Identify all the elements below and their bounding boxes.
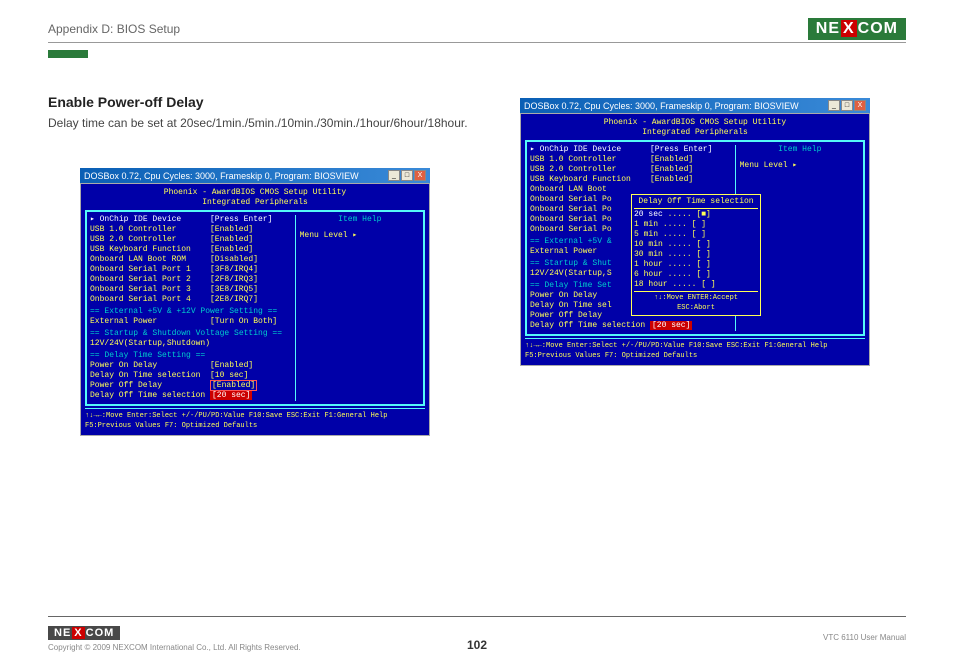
- bios-item[interactable]: External Power[Turn On Both]: [90, 317, 295, 327]
- bios-item[interactable]: ▸ OnChip IDE Device[Press Enter]: [530, 145, 735, 155]
- bios-item[interactable]: USB Keyboard Function[Enabled]: [90, 245, 295, 255]
- brand-logo-bottom: NEXCOM: [48, 626, 120, 640]
- page-number: 102: [467, 638, 487, 652]
- section-title: Enable Power-off Delay: [48, 94, 468, 110]
- bios-title-1: Phoenix - AwardBIOS CMOS Setup Utility: [525, 118, 865, 128]
- minimize-icon[interactable]: _: [388, 170, 400, 181]
- minimize-icon[interactable]: _: [828, 100, 840, 111]
- maximize-icon[interactable]: □: [841, 100, 853, 111]
- bios-item[interactable]: USB 2.0 Controller[Enabled]: [90, 235, 295, 245]
- bios-item[interactable]: Power Off Delay[Enabled]: [90, 381, 295, 391]
- section-body: Delay time can be set at 20sec/1min./5mi…: [48, 114, 468, 132]
- popup-option[interactable]: 1 min ..... [ ]: [634, 220, 758, 230]
- bios-title-2: Integrated Peripherals: [85, 198, 425, 208]
- bios-help-bar: ↑↓→←:Move Enter:Select +/-/PU/PD:Value F…: [85, 408, 425, 431]
- bios-item[interactable]: USB 2.0 Controller[Enabled]: [530, 165, 735, 175]
- bios-help-bar: ↑↓→←:Move Enter:Select +/-/PU/PD:Value F…: [525, 338, 865, 361]
- manual-name: VTC 6110 User Manual: [823, 633, 906, 642]
- maximize-icon[interactable]: □: [401, 170, 413, 181]
- bios-item[interactable]: Onboard Serial Port 3[3E8/IRQ5]: [90, 285, 295, 295]
- bios-help-column: Item Help Menu Level ▸: [295, 215, 420, 401]
- bios-item[interactable]: USB 1.0 Controller[Enabled]: [530, 155, 735, 165]
- appendix-label: Appendix D: BIOS Setup: [48, 22, 180, 36]
- brand-logo-top: NEXCOM: [808, 18, 906, 40]
- bios-item[interactable]: Delay Off Time selection[20 sec]: [530, 321, 735, 331]
- bios-title-1: Phoenix - AwardBIOS CMOS Setup Utility: [85, 188, 425, 198]
- bios-item[interactable]: 12V/24V(Startup,Shutdown)=[(11.5,10.5) /…: [90, 339, 295, 349]
- copyright: Copyright © 2009 NEXCOM International Co…: [48, 643, 301, 652]
- bios-item[interactable]: Onboard Serial Port 2[2F8/IRQ3]: [90, 275, 295, 285]
- delay-off-popup[interactable]: Delay Off Time selection 20 sec ..... [■…: [631, 194, 761, 316]
- popup-option[interactable]: 5 min ..... [ ]: [634, 230, 758, 240]
- bios-title-2: Integrated Peripherals: [525, 128, 865, 138]
- popup-option[interactable]: 6 hour ..... [ ]: [634, 270, 758, 280]
- window-titlebar: DOSBox 0.72, Cpu Cycles: 3000, Frameskip…: [80, 168, 430, 183]
- bios-item[interactable]: Onboard LAN Boot ROM[Disabled]: [90, 255, 295, 265]
- close-icon[interactable]: X: [414, 170, 426, 181]
- popup-option[interactable]: 18 hour ..... [ ]: [634, 280, 758, 290]
- bios-screenshot-right: DOSBox 0.72, Cpu Cycles: 3000, Frameskip…: [520, 98, 870, 366]
- bios-item[interactable]: ▸ OnChip IDE Device[Press Enter]: [90, 215, 295, 225]
- bios-item[interactable]: Onboard Serial Port 1[3F8/IRQ4]: [90, 265, 295, 275]
- popup-option[interactable]: 10 min ..... [ ]: [634, 240, 758, 250]
- header-rule: [48, 42, 906, 43]
- close-icon[interactable]: X: [854, 100, 866, 111]
- window-title: DOSBox 0.72, Cpu Cycles: 3000, Frameskip…: [84, 171, 359, 181]
- popup-option[interactable]: 1 hour ..... [ ]: [634, 260, 758, 270]
- popup-option[interactable]: 20 sec ..... [■]: [634, 210, 758, 220]
- popup-option[interactable]: 30 min ..... [ ]: [634, 250, 758, 260]
- bios-item[interactable]: USB Keyboard Function[Enabled]: [530, 175, 735, 185]
- bios-item[interactable]: USB 1.0 Controller[Enabled]: [90, 225, 295, 235]
- bios-item[interactable]: Delay On Time selection[10 sec]: [90, 371, 295, 381]
- bios-screenshot-left: DOSBox 0.72, Cpu Cycles: 3000, Frameskip…: [80, 168, 430, 436]
- green-tab: [48, 50, 88, 58]
- bios-item[interactable]: Onboard Serial Port 4[2E8/IRQ7]: [90, 295, 295, 305]
- footer-rule: [48, 616, 906, 617]
- window-title: DOSBox 0.72, Cpu Cycles: 3000, Frameskip…: [524, 101, 799, 111]
- bios-item[interactable]: Delay Off Time selection[20 sec]: [90, 391, 295, 401]
- bios-items-column: ▸ OnChip IDE Device[Press Enter]USB 1.0 …: [90, 215, 295, 401]
- bios-item[interactable]: Power On Delay[Enabled]: [90, 361, 295, 371]
- window-titlebar: DOSBox 0.72, Cpu Cycles: 3000, Frameskip…: [520, 98, 870, 113]
